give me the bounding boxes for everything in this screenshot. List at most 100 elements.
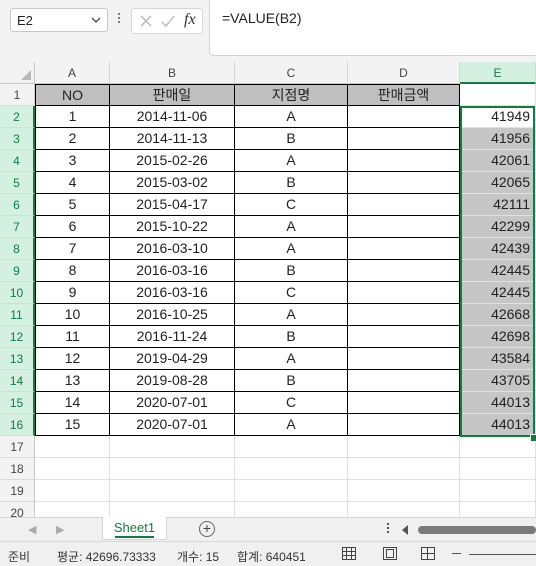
table-cell[interactable] [348, 128, 460, 150]
scrollbar-thumb[interactable] [418, 526, 536, 534]
table-cell[interactable] [348, 304, 460, 326]
table-header-cell[interactable]: 지점명 [235, 84, 348, 106]
cell[interactable] [460, 436, 536, 458]
table-cell[interactable]: 2015-02-26 [110, 150, 235, 172]
status-average[interactable]: 평균: 42696.73333 [57, 548, 156, 565]
row-header[interactable]: 17 [0, 436, 35, 458]
next-sheet-icon[interactable]: ▶ [56, 523, 64, 536]
table-cell[interactable]: 9 [35, 282, 110, 304]
cell[interactable] [35, 480, 110, 502]
table-cell[interactable]: B [235, 128, 348, 150]
table-cell[interactable] [348, 370, 460, 392]
table-cell[interactable]: B [235, 260, 348, 282]
table-cell[interactable]: 2016-03-16 [110, 260, 235, 282]
page-break-view-icon[interactable] [421, 547, 435, 560]
table-cell[interactable] [348, 260, 460, 282]
spreadsheet-grid[interactable]: A B C D E 1 2 3 4 5 6 7 8 9 10 11 12 13 14 15 16 17 18 19 20 NO 판매… [0, 62, 536, 517]
table-cell[interactable]: 6 [35, 216, 110, 238]
table-cell[interactable]: 13 [35, 370, 110, 392]
table-cell[interactable] [348, 238, 460, 260]
active-cell[interactable]: 41949 [460, 106, 536, 128]
cell[interactable] [110, 502, 235, 517]
selected-cell[interactable]: 42111 [460, 194, 536, 216]
table-cell[interactable]: B [235, 326, 348, 348]
table-cell[interactable] [348, 282, 460, 304]
table-header-cell[interactable]: 판매일 [110, 84, 235, 106]
more-options-icon[interactable] [116, 11, 122, 29]
table-cell[interactable] [348, 326, 460, 348]
table-cell[interactable]: 2016-11-24 [110, 326, 235, 348]
cell[interactable] [348, 502, 460, 517]
cell[interactable] [348, 436, 460, 458]
table-cell[interactable]: 2020-07-01 [110, 414, 235, 436]
scroll-left-icon[interactable] [402, 525, 408, 535]
table-cell[interactable]: 8 [35, 260, 110, 282]
row-header[interactable]: 7 [0, 216, 35, 238]
table-cell[interactable]: 1 [35, 106, 110, 128]
cell[interactable] [348, 458, 460, 480]
cell[interactable] [460, 84, 536, 106]
table-cell[interactable]: C [235, 194, 348, 216]
table-cell[interactable] [348, 414, 460, 436]
table-cell[interactable]: 7 [35, 238, 110, 260]
cell[interactable] [235, 502, 348, 517]
cell[interactable] [235, 458, 348, 480]
selected-cell[interactable]: 41956 [460, 128, 536, 150]
zoom-slider[interactable] [469, 554, 536, 555]
prev-sheet-icon[interactable]: ◀ [28, 523, 36, 536]
table-cell[interactable]: 2016-03-16 [110, 282, 235, 304]
col-header-c[interactable]: C [235, 62, 348, 84]
selected-cell[interactable]: 42299 [460, 216, 536, 238]
table-header-cell[interactable]: 판매금액 [348, 84, 460, 106]
table-cell[interactable]: 4 [35, 172, 110, 194]
table-cell[interactable]: 11 [35, 326, 110, 348]
table-cell[interactable]: 2020-07-01 [110, 392, 235, 414]
selected-cell[interactable]: 42445 [460, 282, 536, 304]
row-header[interactable]: 10 [0, 282, 35, 304]
table-cell[interactable]: 2019-08-28 [110, 370, 235, 392]
table-cell[interactable]: A [235, 348, 348, 370]
fill-handle[interactable] [530, 434, 536, 442]
table-cell[interactable]: 2 [35, 128, 110, 150]
add-sheet-icon[interactable]: + [199, 521, 215, 537]
col-header-b[interactable]: B [110, 62, 235, 84]
selected-cell[interactable]: 43705 [460, 370, 536, 392]
selected-cell[interactable]: 44013 [460, 392, 536, 414]
page-layout-view-icon[interactable] [383, 547, 397, 560]
table-cell[interactable]: 12 [35, 348, 110, 370]
insert-function-button[interactable]: fx [184, 11, 196, 29]
row-header[interactable]: 16 [0, 414, 35, 436]
selected-cell[interactable]: 42061 [460, 150, 536, 172]
table-cell[interactable]: 14 [35, 392, 110, 414]
horizontal-scrollbar[interactable] [400, 524, 536, 536]
table-cell[interactable]: A [235, 304, 348, 326]
table-cell[interactable]: A [235, 414, 348, 436]
cell[interactable] [110, 480, 235, 502]
table-cell[interactable]: 2015-10-22 [110, 216, 235, 238]
table-cell[interactable]: 2015-03-02 [110, 172, 235, 194]
cell[interactable] [110, 458, 235, 480]
selected-cell[interactable]: 42668 [460, 304, 536, 326]
table-cell[interactable]: 15 [35, 414, 110, 436]
row-header[interactable]: 3 [0, 128, 35, 150]
row-header[interactable]: 15 [0, 392, 35, 414]
status-sum[interactable]: 합계: 640451 [237, 548, 306, 565]
cell[interactable] [460, 480, 536, 502]
table-cell[interactable]: 5 [35, 194, 110, 216]
row-header[interactable]: 19 [0, 480, 35, 502]
table-cell[interactable] [348, 194, 460, 216]
table-cell[interactable]: 2016-10-25 [110, 304, 235, 326]
table-cell[interactable]: 2014-11-13 [110, 128, 235, 150]
row-header[interactable]: 12 [0, 326, 35, 348]
table-cell[interactable]: B [235, 172, 348, 194]
row-header[interactable]: 9 [0, 260, 35, 282]
table-header-cell[interactable]: NO [35, 84, 110, 106]
table-cell[interactable] [348, 172, 460, 194]
table-cell[interactable]: 10 [35, 304, 110, 326]
zoom-out-icon[interactable] [452, 553, 461, 554]
table-cell[interactable]: 3 [35, 150, 110, 172]
tab-split-handle-icon[interactable] [386, 523, 390, 537]
row-header[interactable]: 11 [0, 304, 35, 326]
table-cell[interactable] [348, 150, 460, 172]
normal-view-icon[interactable] [342, 547, 356, 560]
